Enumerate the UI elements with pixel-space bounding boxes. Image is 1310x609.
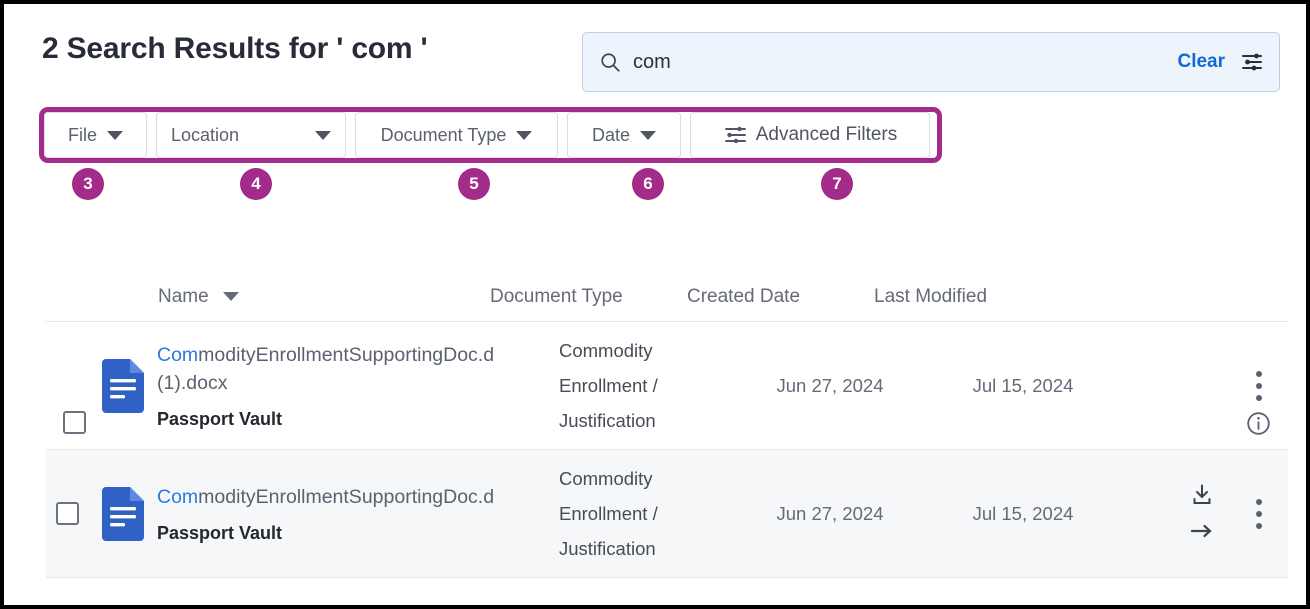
file-type-cell [88, 359, 157, 413]
file-name-text[interactable]: CommodityEnrollmentSupportingDoc.d [157, 483, 559, 511]
filter-location-dropdown[interactable]: Location [156, 112, 346, 158]
chevron-down-icon [516, 131, 532, 140]
filter-sliders-icon [723, 125, 748, 145]
sort-desc-icon [223, 292, 239, 301]
page-header: 2 Search Results for ' com ' Clear [4, 4, 1306, 100]
page-title: 2 Search Results for ' com ' [42, 32, 427, 66]
filter-bar: File Location Document Type Date [44, 112, 937, 158]
created-date-cell: Jun 27, 2024 [732, 503, 928, 525]
vault-name: Passport Vault [157, 409, 559, 430]
callout-badge-6: 6 [632, 168, 664, 200]
results-toolbar [4, 204, 1306, 252]
document-icon [100, 487, 146, 541]
filter-date-dropdown[interactable]: Date [567, 112, 681, 158]
file-name-line2: (1).docx [157, 372, 227, 394]
file-name-rest: modityEnrollmentSupportingDoc.d [198, 344, 494, 366]
file-type-cell [88, 487, 157, 541]
file-name-cell[interactable]: CommodityEnrollmentSupportingDoc.d Passp… [157, 483, 559, 544]
callout-badge-3: 3 [72, 168, 104, 200]
vault-name: Passport Vault [157, 523, 559, 544]
chevron-down-icon [107, 131, 123, 140]
callout-badge-7: 7 [821, 168, 853, 200]
filter-date-label: Date [592, 125, 630, 146]
search-icon [599, 51, 621, 73]
filter-file-dropdown[interactable]: File [44, 112, 147, 158]
row-quick-actions [1190, 484, 1214, 544]
chevron-down-icon [315, 131, 331, 140]
filter-divider [558, 112, 567, 158]
column-header-name[interactable]: Name [88, 286, 490, 308]
document-type-cell: Commodity Enrollment / Justification [559, 461, 732, 566]
column-header-last-modified[interactable]: Last Modified [859, 286, 1049, 308]
column-header-created-date[interactable]: Created Date [663, 286, 859, 308]
column-header-name-label: Name [158, 286, 209, 308]
column-header-document-type[interactable]: Document Type [490, 286, 663, 308]
file-name-match: Com [157, 344, 198, 366]
filter-divider [681, 112, 690, 158]
move-arrow-icon[interactable] [1190, 523, 1214, 544]
file-name-rest: modityEnrollmentSupportingDoc.d [198, 486, 494, 508]
kebab-menu-icon[interactable] [1256, 499, 1262, 529]
last-modified-cell: Jul 15, 2024 [928, 375, 1118, 397]
filter-location-label: Location [171, 125, 239, 146]
filter-file-label: File [68, 125, 97, 146]
table-header-row: Name Document Type Created Date Last Mod… [46, 272, 1288, 322]
download-icon[interactable] [1191, 484, 1213, 511]
search-bar[interactable]: Clear [582, 32, 1280, 92]
file-name-text[interactable]: CommodityEnrollmentSupportingDoc.d (1).d… [157, 341, 559, 397]
advanced-filters-button[interactable]: Advanced Filters [690, 112, 930, 158]
search-results-page: 2 Search Results for ' com ' Clear [0, 0, 1310, 609]
filter-divider [147, 112, 156, 158]
document-icon [100, 359, 146, 413]
filter-divider [346, 112, 355, 158]
file-name-match: Com [157, 486, 198, 508]
row-actions-cell [1118, 484, 1288, 544]
file-name-cell[interactable]: CommodityEnrollmentSupportingDoc.d (1).d… [157, 341, 559, 430]
document-type-cell: Commodity Enrollment / Justification [559, 333, 732, 438]
filter-document-type-dropdown[interactable]: Document Type [355, 112, 558, 158]
clear-search-button[interactable]: Clear [1177, 51, 1225, 73]
search-input[interactable] [633, 51, 1177, 74]
advanced-filters-label: Advanced Filters [756, 124, 898, 146]
row-checkbox-cell [46, 502, 88, 525]
callout-badge-4: 4 [240, 168, 272, 200]
table-row[interactable]: CommodityEnrollmentSupportingDoc.d Passp… [46, 450, 1288, 578]
row-actions-cell [1118, 371, 1288, 401]
callout-badge-5: 5 [458, 168, 490, 200]
sliders-icon[interactable] [1239, 50, 1265, 74]
table-row[interactable]: CommodityEnrollmentSupportingDoc.d (1).d… [46, 322, 1288, 450]
chevron-down-icon [640, 131, 656, 140]
created-date-cell: Jun 27, 2024 [732, 375, 928, 397]
last-modified-cell: Jul 15, 2024 [928, 503, 1118, 525]
row-checkbox[interactable] [56, 502, 79, 525]
filter-document-type-label: Document Type [381, 125, 507, 146]
results-table: Name Document Type Created Date Last Mod… [46, 272, 1288, 578]
kebab-menu-icon[interactable] [1256, 371, 1262, 401]
